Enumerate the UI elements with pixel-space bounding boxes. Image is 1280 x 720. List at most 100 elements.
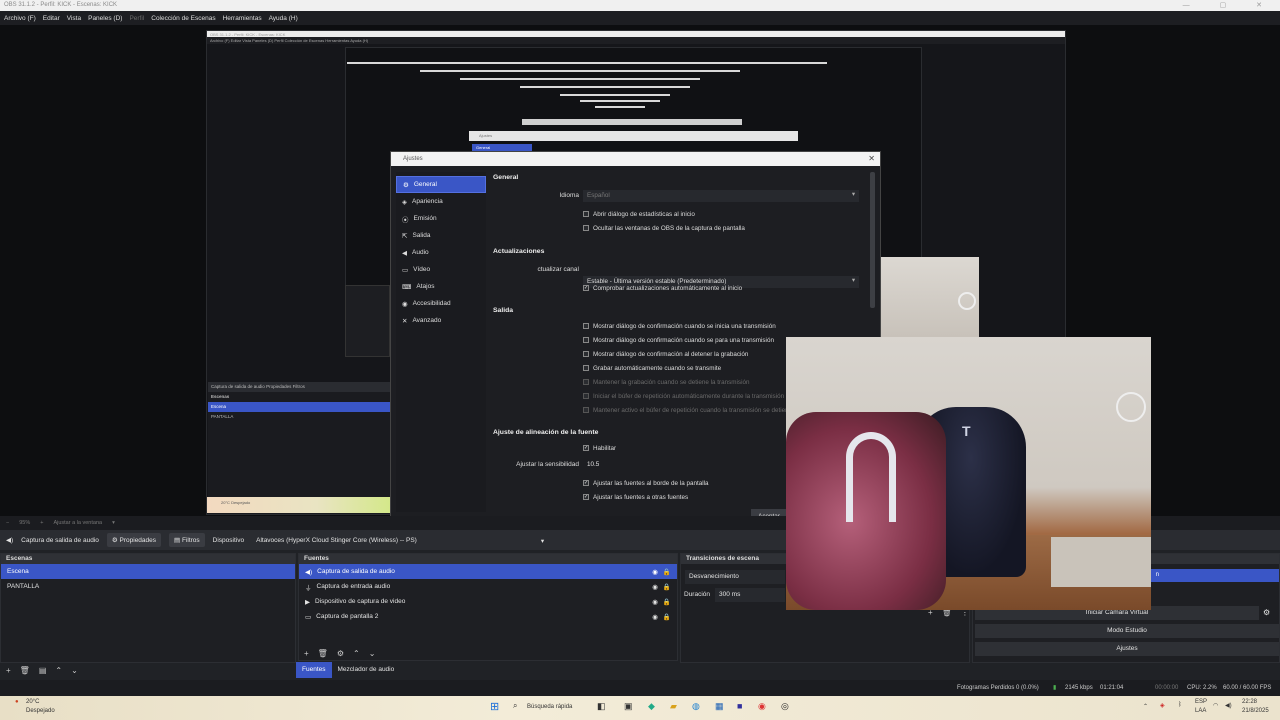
store-icon[interactable]: ▦	[715, 701, 724, 712]
duration-input[interactable]: 300 ms	[715, 588, 785, 602]
settings-scrollbar[interactable]	[870, 172, 875, 308]
chevron-up-icon[interactable]: ⌃	[1143, 703, 1148, 710]
notification-icon[interactable]: ◈	[1160, 702, 1165, 709]
source-item[interactable]: ▶ Dispositivo de captura de video ◉ 🔒	[299, 594, 677, 609]
lock-icon[interactable]: 🔒	[663, 568, 671, 576]
lock-icon[interactable]: 🔒	[663, 613, 671, 621]
source-item[interactable]: ▭ Captura de pantalla 2 ◉ 🔒	[299, 609, 677, 624]
chevron-up-icon[interactable]: ⌃	[55, 666, 62, 675]
cascade-line	[347, 62, 827, 64]
scene-item[interactable]: PANTALLA	[1, 579, 295, 594]
eye-icon[interactable]: ◉	[652, 613, 658, 621]
device-select[interactable]: Altavoces (HyperX Cloud Stinger Core (Wi…	[252, 533, 549, 547]
studio-mode-button[interactable]: Modo Estudio	[975, 624, 1279, 638]
replay-auto-checkbox-label: Iniciar el búfer de repetición automátic…	[593, 392, 785, 400]
chevron-up-icon[interactable]: ⌃	[353, 649, 360, 658]
add-icon[interactable]: +	[6, 666, 11, 675]
chevron-down-icon[interactable]: ⌄	[71, 666, 78, 675]
transition-select[interactable]: Desvanecimiento	[685, 570, 785, 584]
confirm-stop-checkbox[interactable]: Mostrar diálogo de confirmación cuando s…	[583, 333, 774, 347]
settings-button[interactable]: Ajustes	[975, 642, 1279, 656]
filters-button[interactable]: ▤ Filtros	[169, 533, 205, 547]
windows-start-icon[interactable]: ⊞	[490, 700, 499, 713]
tab-audio-mixer[interactable]: Mezclador de audio	[332, 662, 401, 678]
tab-sources[interactable]: Fuentes	[296, 662, 332, 678]
checkbox-box	[583, 323, 589, 329]
settings-nav-output[interactable]: ⇱ Salida	[396, 227, 486, 244]
menu-file[interactable]: Archivo (F)	[4, 15, 36, 22]
menu-view[interactable]: Vista	[67, 15, 81, 22]
zoom-level[interactable]: 95%	[19, 520, 30, 526]
confirm-record-checkbox[interactable]: Mostrar diálogo de confirmación al deten…	[583, 347, 748, 361]
plus-icon[interactable]: +	[40, 520, 43, 526]
settings-nav-stream[interactable]: ⦿ Emisión	[396, 210, 486, 227]
settings-nav-general[interactable]: ⚙ General	[396, 176, 486, 193]
volume-icon[interactable]: ◀)	[1225, 702, 1232, 709]
obs-icon[interactable]: ◎	[781, 701, 789, 712]
edge-icon[interactable]: ◍	[692, 701, 700, 712]
chevron-down-icon[interactable]: ⌄	[369, 649, 376, 658]
chrome-icon[interactable]: ◉	[758, 701, 766, 712]
speaker-icon: ◀)	[6, 537, 14, 544]
auto-record-checkbox[interactable]: Grabar automáticamente cuando se transmi…	[583, 361, 721, 375]
chevron-down-icon[interactable]: ▾	[112, 520, 115, 526]
snap-edge-checkbox[interactable]: ✓ Ajustar las fuentes al borde de la pant…	[583, 476, 709, 490]
snap-sources-checkbox[interactable]: ✓ Ajustar las fuentes a otras fuentes	[583, 490, 688, 504]
lang-code[interactable]: ESP	[1195, 699, 1207, 705]
settings-nav-accessibility[interactable]: ◉ Accesibilidad	[396, 295, 486, 312]
menu-scene-collection[interactable]: Colección de Escenas	[151, 15, 215, 22]
bluetooth-icon[interactable]: ᛒ	[1178, 702, 1182, 708]
lang-layout[interactable]: LAA	[1195, 708, 1206, 714]
eye-icon[interactable]: ◉	[652, 598, 658, 606]
settings-nav-advanced[interactable]: ✕ Avanzado	[396, 312, 486, 329]
source-item[interactable]: ◀) Captura de salida de audio ◉ 🔒	[299, 564, 677, 579]
menu-docks[interactable]: Paneles (D)	[88, 15, 122, 22]
search-box[interactable]: Búsqueda rápida	[527, 704, 572, 710]
explorer-icon[interactable]: ▰	[670, 701, 677, 712]
hide-windows-checkbox[interactable]: Ocultar las ventanas de OBS de la captur…	[583, 221, 745, 235]
settings-nav-audio[interactable]: ◀ Audio	[396, 244, 486, 261]
settings-nav-appearance[interactable]: ◈ Apariencia	[396, 193, 486, 210]
wifi-icon[interactable]: ◠	[1213, 702, 1218, 709]
gear-icon[interactable]: ⚙	[337, 649, 344, 658]
source-item[interactable]: ⏚ Captura de entrada audio ◉ 🔒	[299, 579, 677, 594]
scene-item[interactable]: Escena	[1, 564, 295, 579]
wrench-icon: ✕	[402, 317, 408, 325]
snap-enable-checkbox[interactable]: ✓ Habilitar	[583, 441, 616, 455]
clock-time[interactable]: 22:28	[1242, 699, 1257, 705]
confirm-start-checkbox[interactable]: Mostrar diálogo de confirmación cuando s…	[583, 319, 776, 333]
copilot-icon[interactable]: ◆	[648, 701, 655, 712]
trash-icon[interactable]: 🗑	[20, 666, 30, 675]
trash-icon[interactable]: 🗑	[318, 649, 328, 658]
check-updates-checkbox[interactable]: ✓ Comprobar actualizaciones automáticamen…	[583, 281, 742, 295]
window-controls[interactable]: — ▢ ✕	[1183, 1, 1276, 9]
sensitivity-input[interactable]: 10.5	[587, 461, 599, 468]
widgets-icon[interactable]: ◧	[597, 701, 606, 712]
settings-nav-hotkeys[interactable]: ⌨ Atajos	[396, 278, 486, 295]
update-channel-label: ctualizar canal	[537, 266, 579, 273]
language-select[interactable]: Español	[583, 190, 859, 202]
menu-tools[interactable]: Herramientas	[223, 15, 262, 22]
clock-date[interactable]: 21/8/2025	[1242, 708, 1269, 714]
stats-checkbox[interactable]: Abrir diálogo de estadísticas al inicio	[583, 207, 695, 221]
premiere-icon[interactable]: ■	[737, 701, 742, 711]
stream-time: 01:21:04	[1100, 685, 1124, 691]
settings-nav-video[interactable]: ▭ Vídeo	[396, 261, 486, 278]
properties-button[interactable]: ⚙ Propiedades	[106, 533, 162, 547]
minus-icon[interactable]: −	[6, 520, 9, 526]
fit-mode[interactable]: Ajustar a la ventana	[53, 520, 102, 526]
filter-icon[interactable]: ▤	[39, 666, 47, 675]
eye-icon[interactable]: ◉	[652, 568, 658, 576]
add-icon[interactable]: +	[304, 649, 309, 658]
close-icon[interactable]: ✕	[868, 154, 875, 163]
cpu-usage: CPU: 2.2%	[1187, 685, 1217, 691]
gear-icon[interactable]: ⚙	[1263, 608, 1270, 617]
task-view-icon[interactable]: ▣	[624, 701, 633, 712]
speaker-icon: ◀	[402, 249, 407, 257]
lock-icon[interactable]: 🔒	[663, 583, 671, 591]
lock-icon[interactable]: 🔒	[663, 598, 671, 606]
menu-edit[interactable]: Editar	[43, 15, 60, 22]
search-icon[interactable]: ⌕	[513, 701, 517, 711]
eye-icon[interactable]: ◉	[652, 583, 658, 591]
menu-help[interactable]: Ayuda (H)	[269, 15, 298, 22]
